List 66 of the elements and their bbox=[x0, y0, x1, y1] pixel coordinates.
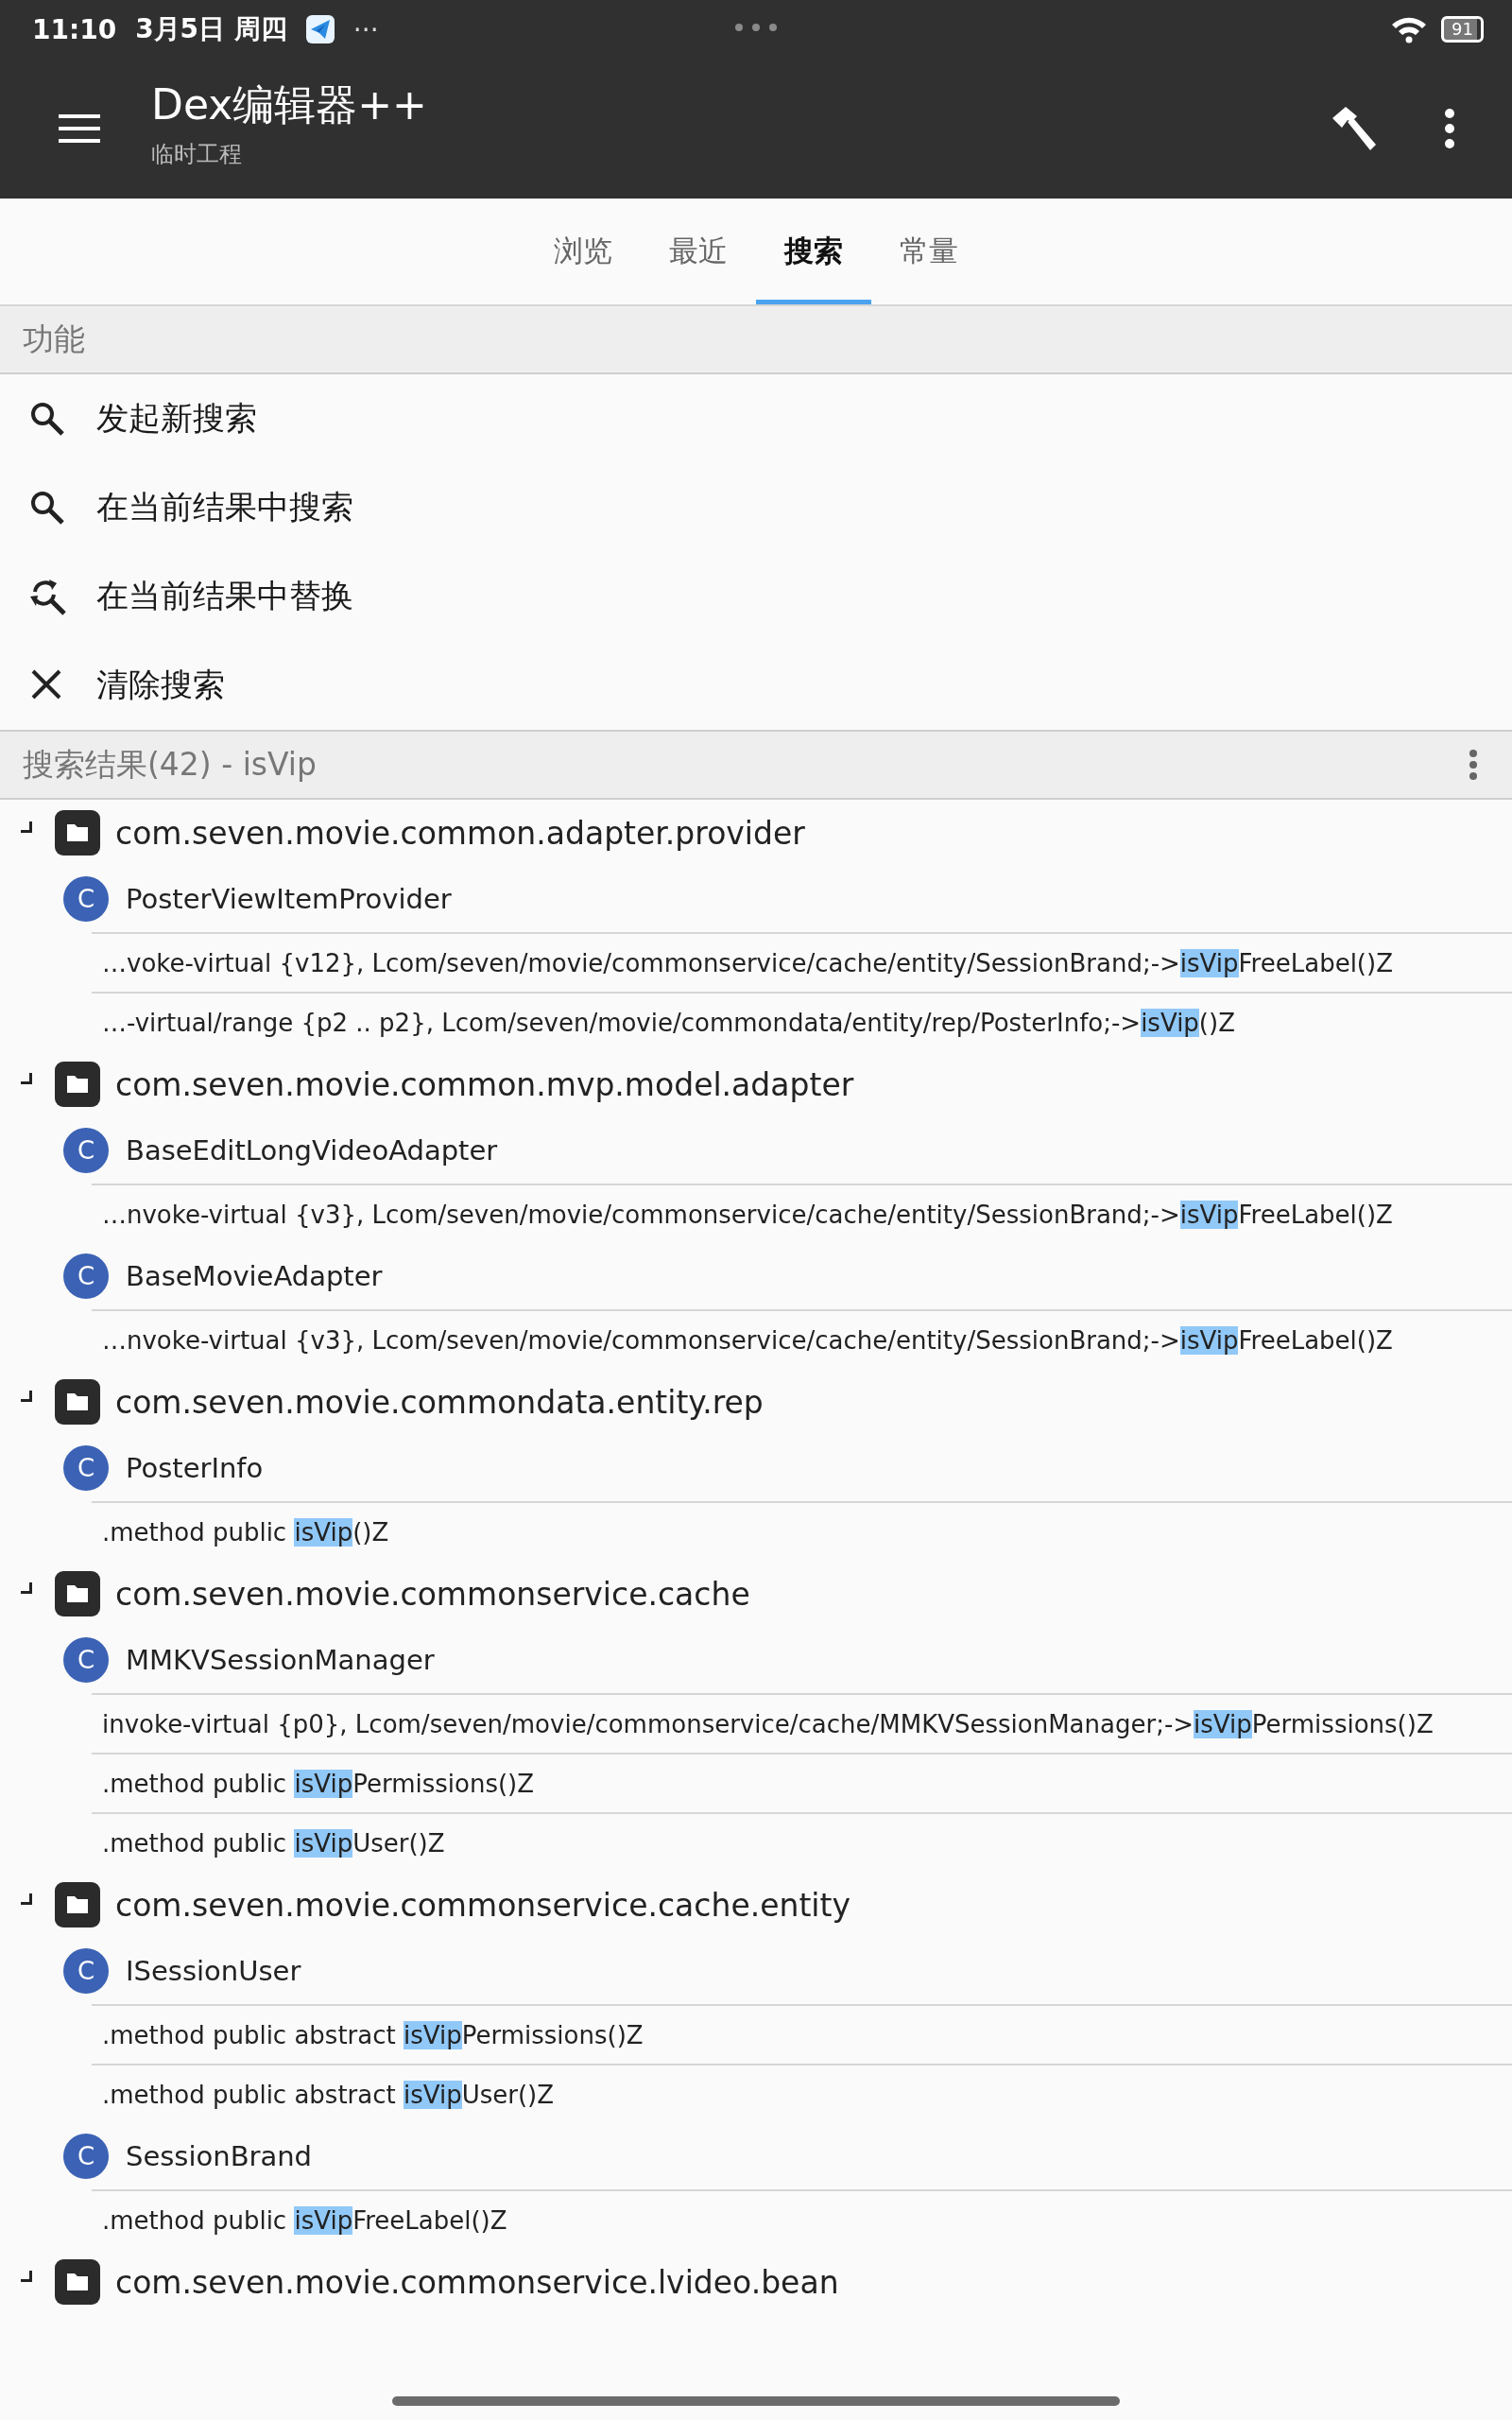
folder-icon bbox=[55, 1882, 100, 1927]
folder-icon bbox=[55, 1571, 100, 1616]
search-result[interactable]: .method public isVipFreeLabel()Z bbox=[102, 2205, 507, 2235]
tab[interactable]: 浏览 bbox=[525, 199, 641, 304]
menu-icon[interactable] bbox=[59, 112, 100, 145]
package-name[interactable]: com.seven.movie.commonservice.cache.entity bbox=[115, 1886, 850, 1924]
status-time: 11:10 bbox=[32, 13, 117, 45]
function-item[interactable]: 发起新搜索 bbox=[0, 374, 1512, 463]
folder-icon bbox=[55, 2259, 100, 2305]
folder-icon bbox=[55, 1379, 100, 1425]
expander-icon[interactable] bbox=[19, 1892, 34, 1907]
package-name[interactable]: com.seven.movie.commondata.entity.rep bbox=[115, 1383, 764, 1421]
search-icon bbox=[28, 489, 66, 527]
search-result[interactable]: .method public isVipUser()Z bbox=[102, 1828, 445, 1858]
class-name[interactable]: SessionBrand bbox=[126, 2140, 313, 2172]
class-badge: C bbox=[63, 1253, 109, 1299]
class-badge: C bbox=[63, 1948, 109, 1994]
search-result[interactable]: …voke-virtual {v12}, Lcom/seven/movie/commonservice/cache/entity/SessionBrand;->isVipFreeLabel()Z bbox=[102, 948, 1393, 977]
battery-indicator: 91 bbox=[1441, 16, 1484, 43]
function-item[interactable]: 清除搜索 bbox=[0, 641, 1512, 730]
package-name[interactable]: com.seven.movie.commonservice.cache bbox=[115, 1575, 750, 1613]
class-badge: C bbox=[63, 1637, 109, 1683]
search-result[interactable]: .method public abstract isVipUser()Z bbox=[102, 2080, 555, 2109]
results-header: 搜索结果(42) - isVip bbox=[23, 744, 317, 785]
class-badge: C bbox=[63, 876, 109, 922]
search-replace-icon bbox=[28, 578, 66, 615]
expander-icon[interactable] bbox=[19, 2269, 34, 2284]
class-name[interactable]: PosterInfo bbox=[126, 1452, 264, 1484]
search-result[interactable]: .method public abstract isVipPermissions()Z bbox=[102, 2020, 644, 2049]
search-result[interactable]: invoke-virtual {p0}, Lcom/seven/movie/commonservice/cache/MMKVSessionManager;->isVipPermissions()Z bbox=[102, 1709, 1434, 1738]
search-result[interactable]: .method public isVip()Z bbox=[102, 1517, 389, 1547]
folder-icon bbox=[55, 1062, 100, 1107]
class-name[interactable]: BaseMovieAdapter bbox=[126, 1260, 383, 1292]
search-icon bbox=[28, 400, 66, 438]
wifi-icon bbox=[1390, 15, 1429, 43]
package-name[interactable]: com.seven.movie.common.mvp.model.adapter bbox=[115, 1065, 854, 1103]
package-name[interactable]: com.seven.movie.commonservice.lvideo.bean bbox=[115, 2263, 839, 2301]
class-badge: C bbox=[63, 1128, 109, 1173]
search-result[interactable]: …-virtual/range {p2 .. p2}, Lcom/seven/movie/commondata/entity/rep/PosterInfo;->isVip()Z bbox=[102, 1008, 1235, 1037]
more-icon[interactable] bbox=[1444, 108, 1455, 149]
project-subtitle: 临时工程 bbox=[151, 139, 243, 169]
folder-icon bbox=[55, 810, 100, 856]
class-badge: C bbox=[63, 2134, 109, 2179]
expander-icon[interactable] bbox=[19, 1389, 34, 1404]
search-result[interactable]: .method public isVipPermissions()Z bbox=[102, 1769, 535, 1798]
search-result[interactable]: …nvoke-virtual {v3}, Lcom/seven/movie/commonservice/cache/entity/SessionBrand;->isVipFreeLabel()Z bbox=[102, 1325, 1393, 1355]
class-name[interactable]: MMKVSessionManager bbox=[126, 1644, 435, 1676]
notification-more: ··· bbox=[352, 13, 379, 45]
section-header: 功能 bbox=[0, 306, 1512, 374]
dots-icon bbox=[734, 23, 778, 32]
class-name[interactable]: BaseEditLongVideoAdapter bbox=[126, 1134, 498, 1167]
class-badge: C bbox=[63, 1445, 109, 1491]
class-name[interactable]: PosterViewItemProvider bbox=[126, 883, 452, 915]
tab[interactable]: 常量 bbox=[871, 199, 987, 304]
expander-icon[interactable] bbox=[19, 1071, 34, 1086]
package-name[interactable]: com.seven.movie.common.adapter.provider bbox=[115, 814, 805, 852]
function-item[interactable]: 在当前结果中替换 bbox=[0, 552, 1512, 641]
tab[interactable]: 最近 bbox=[641, 199, 756, 304]
app-title: Dex编辑器++ bbox=[151, 78, 428, 130]
expander-icon[interactable] bbox=[19, 820, 34, 835]
function-item[interactable]: 在当前结果中搜索 bbox=[0, 463, 1512, 552]
class-name[interactable]: ISessionUser bbox=[126, 1955, 301, 1987]
expander-icon[interactable] bbox=[19, 1581, 34, 1596]
status-date: 3月5日 周四 bbox=[135, 12, 287, 46]
paper-plane-icon bbox=[305, 15, 335, 43]
search-result[interactable]: …nvoke-virtual {v3}, Lcom/seven/movie/commonservice/cache/entity/SessionBrand;->isVipFreeLabel()Z bbox=[102, 1200, 1393, 1229]
